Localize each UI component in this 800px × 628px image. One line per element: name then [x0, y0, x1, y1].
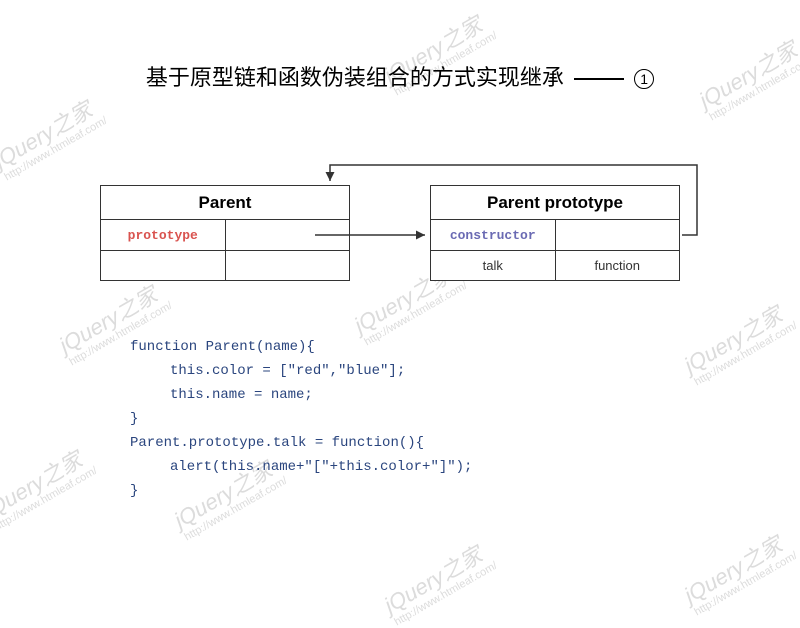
code-line: }	[130, 407, 472, 431]
code-line: function Parent(name){	[130, 335, 472, 359]
title-text: 基于原型链和函数伪装组合的方式实现继承	[146, 65, 564, 90]
parent-box-header: Parent	[101, 186, 349, 220]
code-line: }	[130, 479, 472, 503]
parent-box: Parent prototype	[100, 185, 350, 281]
code-line: Parent.prototype.talk = function(){	[130, 431, 472, 455]
parent-empty-val	[226, 251, 350, 280]
watermark: jQuery之家 http://www.htmleaf.com/	[0, 439, 99, 534]
title-dash	[574, 78, 624, 80]
title-step-number: 1	[634, 69, 654, 89]
talk-key: talk	[431, 251, 556, 280]
parent-prototype-key: prototype	[101, 220, 226, 250]
parent-prototype-box: Parent prototype constructor talk functi…	[430, 185, 680, 281]
parent-prototype-val	[226, 220, 350, 250]
prototype-diagram: Parent prototype Parent prototype constr…	[100, 155, 700, 315]
constructor-val	[556, 220, 680, 250]
code-line: alert(this.name+"["+this.color+"]");	[130, 455, 472, 479]
talk-val: function	[556, 251, 680, 280]
watermark: jQuery之家 http://www.htmleaf.com/	[377, 534, 499, 628]
code-block: function Parent(name){ this.color = ["re…	[130, 335, 472, 503]
parent-empty-key	[101, 251, 226, 280]
constructor-key: constructor	[431, 220, 556, 250]
page-title: 基于原型链和函数伪装组合的方式实现继承 1	[0, 60, 800, 92]
code-line: this.name = name;	[130, 383, 472, 407]
prototype-box-header: Parent prototype	[431, 186, 679, 220]
watermark: jQuery之家 http://www.htmleaf.com/	[677, 524, 799, 619]
code-line: this.color = ["red","blue"];	[130, 359, 472, 383]
watermark: jQuery之家 http://www.htmleaf.com/	[0, 89, 109, 184]
